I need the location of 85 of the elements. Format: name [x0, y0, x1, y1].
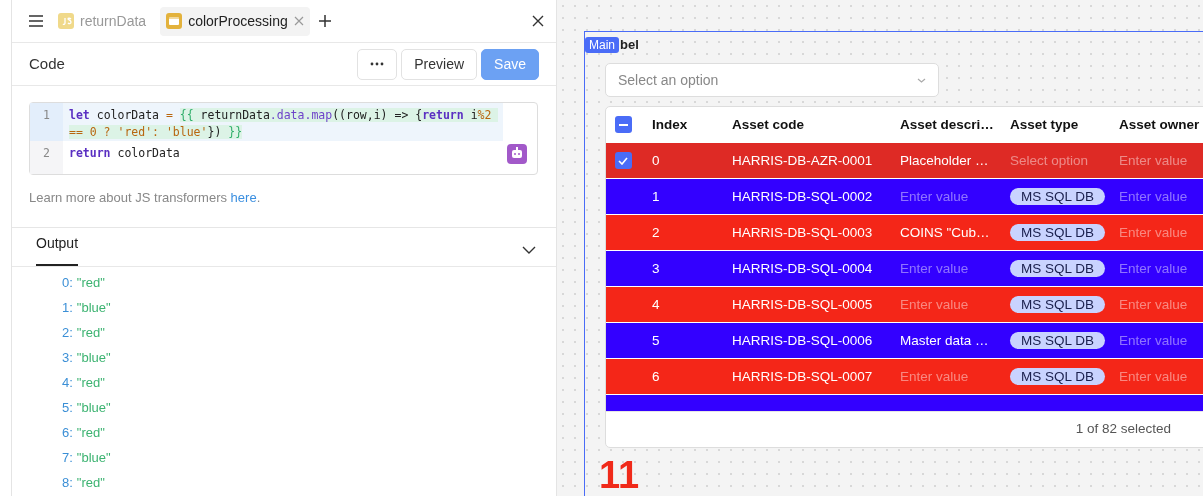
table-cell: 1 — [652, 188, 660, 204]
placeholder-text[interactable]: Enter value — [1119, 332, 1188, 348]
select-all-checkbox[interactable] — [614, 116, 632, 133]
output-key: 4: — [62, 373, 73, 393]
output-value: "red" — [76, 424, 105, 443]
table-cell: 2 — [652, 224, 660, 240]
line-number: 1 — [30, 103, 63, 141]
output-key: 6: — [62, 423, 73, 443]
preview-button[interactable]: Preview — [401, 48, 478, 80]
output-key: 0: — [62, 273, 73, 293]
close-icon[interactable] — [532, 15, 544, 27]
output-key: 3: — [62, 348, 73, 368]
table-cell: HARRIS-DB-SQL-0005 — [732, 296, 873, 312]
more-icon — [370, 62, 385, 66]
table-row[interactable]: 2 HARRIS-DB-SQL-0003 COINS "Cub… MS SQL DB Enter value — [606, 215, 1203, 251]
editor-tab[interactable]: returnData — [52, 6, 153, 36]
table-cell: 0 — [652, 152, 660, 168]
output-value: "blue" — [76, 349, 111, 368]
table-cell: 6 — [652, 368, 660, 384]
output-key: 1: — [62, 298, 73, 318]
table-cell: COINS "Cub… — [900, 224, 990, 240]
output-key: 2: — [62, 323, 73, 343]
table-cell: HARRIS-DB-SQL-0004 — [732, 260, 873, 276]
table-cell: 3 — [652, 260, 660, 276]
chevron-icon — [917, 77, 926, 83]
column-header[interactable]: Asset code — [732, 116, 805, 132]
column-header[interactable]: Asset descri… — [900, 116, 994, 132]
count-text: 11 — [599, 456, 641, 494]
table-cell: HARRIS-DB-SQL-0002 — [732, 188, 873, 204]
table-row[interactable]: 1 HARRIS-DB-SQL-0002 Enter value MS SQL DB Enter value — [606, 179, 1203, 215]
table-cell: Master data … — [900, 332, 989, 348]
help-text: Learn more about JS transformers here. — [29, 189, 262, 207]
select-dropdown[interactable]: Select an option — [605, 63, 939, 97]
row-checkbox[interactable] — [614, 152, 632, 169]
output-value: "red" — [76, 324, 105, 343]
code-editor[interactable]: 1 2 let colorData = {{ returnData.data.map((row,i) => {return i%2 == 0 ? 'red': 'blue'}) }} return colorData — [29, 102, 538, 175]
output-value: "blue" — [76, 449, 111, 468]
js-file-icon — [58, 13, 74, 29]
minus-icon — [618, 123, 628, 126]
table-cell: 5 — [652, 332, 660, 348]
output-value: "red" — [76, 274, 105, 293]
table-cell: 4 — [652, 296, 660, 312]
output-key: 7: — [62, 448, 73, 468]
output-value: "blue" — [76, 399, 111, 418]
type-tag: MS SQL DB — [1010, 367, 1106, 385]
window-icon — [166, 13, 183, 29]
add-icon[interactable] — [317, 14, 332, 28]
table-cell: HARRIS-DB-SQL-0003 — [732, 224, 873, 240]
table-cell: HARRIS-DB-SQL-0007 — [732, 368, 873, 384]
menu-icon[interactable] — [28, 14, 44, 28]
chevron-icon[interactable] — [522, 245, 536, 254]
check-icon — [618, 156, 628, 165]
table-cell: HARRIS-DB-AZR-0001 — [732, 152, 873, 168]
table-row[interactable]: 3 HARRIS-DB-SQL-0004 Enter value MS SQL DB Enter value — [606, 251, 1203, 287]
code-line: return colorData — [68, 145, 181, 162]
type-tag: MS SQL DB — [1010, 187, 1106, 205]
selection-count: 1 of 82 selected — [1075, 420, 1171, 439]
table-row[interactable]: 5 HARRIS-DB-SQL-0006 Master data … MS SQL DB Enter value — [606, 323, 1203, 359]
robot-icon[interactable] — [507, 144, 527, 164]
frame-badge: Main — [585, 37, 619, 53]
output-value: "blue" — [76, 299, 111, 318]
panel-title: Code — [29, 53, 65, 74]
output-key: 8: — [62, 473, 73, 493]
output-value: "red" — [76, 374, 105, 393]
placeholder-text[interactable]: Enter value — [900, 260, 969, 276]
table-cell: Placeholder … — [900, 152, 989, 168]
type-tag: MS SQL DB — [1010, 331, 1106, 349]
help-link[interactable]: here — [230, 190, 257, 205]
editor-tab[interactable]: colorProcessing — [160, 6, 310, 36]
line-number: 2 — [42, 145, 51, 162]
output-tab[interactable]: Output — [36, 231, 79, 266]
column-header[interactable]: Asset owner — [1119, 116, 1200, 132]
placeholder-text[interactable]: Enter value — [1119, 188, 1188, 204]
type-tag: MS SQL DB — [1010, 295, 1106, 313]
field-label: bel — [620, 37, 639, 52]
placeholder-text[interactable]: Enter value — [900, 188, 969, 204]
type-tag: MS SQL DB — [1010, 259, 1106, 277]
placeholder-text[interactable]: Enter value — [1119, 260, 1188, 276]
column-header[interactable]: Asset type — [1010, 116, 1079, 132]
column-header[interactable]: Index — [652, 116, 688, 132]
output-key: 5: — [62, 398, 73, 418]
table-cell: HARRIS-DB-SQL-0006 — [732, 332, 873, 348]
output-value: "red" — [76, 474, 105, 493]
table-row[interactable]: 0 HARRIS-DB-AZR-0001 Placeholder … Select option Enter value — [606, 143, 1203, 179]
type-tag: MS SQL DB — [1010, 223, 1106, 241]
